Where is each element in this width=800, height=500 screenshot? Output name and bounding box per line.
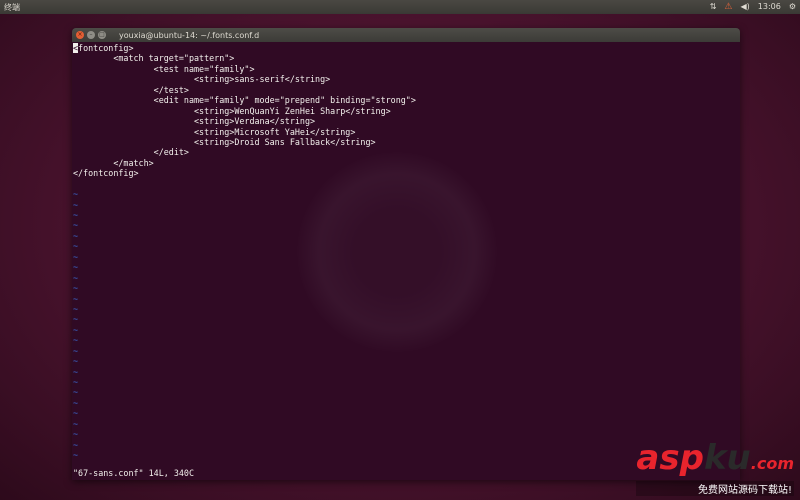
system-tray: ⇅ ⚠ ◀) 13:06 ⚙: [710, 0, 796, 14]
empty-line-marker: ~: [73, 262, 79, 273]
empty-line-marker: ~: [73, 366, 79, 377]
empty-line-marker: ~: [73, 335, 79, 346]
editor-line: <string>Verdana</string>: [73, 116, 316, 127]
maximize-button[interactable]: □: [98, 31, 106, 39]
volume-icon[interactable]: ◀): [740, 0, 749, 14]
logo-text-red: asp: [636, 438, 704, 478]
editor-line: </edit>: [73, 147, 189, 158]
empty-line-marker: ~: [73, 251, 79, 262]
empty-line-marker: ~: [73, 199, 79, 210]
empty-line-marker: ~: [73, 210, 79, 220]
network-icon[interactable]: ⇅: [710, 0, 717, 14]
logo-tagline: 免费网站源码下载站!: [636, 481, 794, 496]
clock[interactable]: 13:06: [758, 0, 781, 14]
empty-line-marker: ~: [73, 283, 79, 294]
editor-line: <string>WenQuanYi ZenHei Sharp</string>: [73, 105, 391, 116]
editor-line: </fontconfig>: [73, 168, 139, 179]
empty-line-marker: ~: [73, 220, 79, 231]
site-watermark-logo: aspku.com 免费网站源码下载站!: [636, 441, 794, 496]
minimize-button[interactable]: –: [87, 31, 95, 39]
empty-line-marker: ~: [73, 303, 79, 314]
update-alert-icon[interactable]: ⚠: [724, 0, 732, 14]
editor-line: <test name="family">: [73, 63, 255, 74]
editor-line-text: fontconfig>: [78, 43, 134, 53]
vim-status-line: "67-sans.conf" 14L, 340C: [73, 467, 195, 478]
editor-line: <string>Droid Sans Fallback</string>: [73, 136, 376, 147]
empty-line-marker: ~: [73, 377, 79, 387]
empty-line-marker: ~: [73, 397, 79, 408]
editor-line: <edit name="family" mode="prepend" bindi…: [73, 95, 416, 106]
empty-line-marker: ~: [73, 387, 79, 398]
close-button[interactable]: ×: [76, 31, 84, 39]
editor-line: </test>: [73, 84, 189, 95]
editor-line: <match target="pattern">: [73, 53, 235, 64]
empty-line-marker: ~: [73, 241, 79, 252]
empty-line-marker: ~: [73, 293, 79, 304]
empty-line-marker: ~: [73, 324, 79, 335]
top-panel: 终端 ⇅ ⚠ ◀) 13:06 ⚙: [0, 0, 800, 14]
active-app-title: 终端: [4, 2, 20, 12]
settings-gear-icon[interactable]: ⚙: [789, 0, 796, 14]
editor-line-1: <fontconfig>: [73, 43, 740, 53]
window-title: youxia@ubuntu-14: ~/.fonts.conf.d: [119, 30, 260, 40]
logo-text-tld: .com: [750, 454, 794, 473]
logo-text-dark: ku: [703, 438, 751, 478]
vim-editor-area[interactable]: <fontconfig> <match target="pattern"> <t…: [72, 42, 740, 480]
empty-line-marker: ~: [73, 356, 79, 367]
empty-line-marker: ~: [73, 408, 79, 419]
editor-line: <string>sans-serif</string>: [73, 74, 331, 85]
editor-line: </match>: [73, 157, 154, 168]
editor-line: <string>Microsoft YaHei</string>: [73, 126, 356, 137]
empty-line-marker: ~: [73, 230, 79, 241]
window-titlebar[interactable]: × – □ youxia@ubuntu-14: ~/.fonts.conf.d: [72, 28, 740, 42]
code-lines: <match target="pattern"> <test name="fam…: [73, 53, 740, 189]
empty-line-marker: ~: [73, 272, 79, 283]
terminal-window: × – □ youxia@ubuntu-14: ~/.fonts.conf.d …: [72, 28, 740, 480]
empty-buffer-lines: ~ ~ ~ ~ ~ ~ ~ ~ ~ ~ ~ ~ ~ ~ ~ ~ ~ ~ ~ ~ ~ ~ ~ ~ ~ ~: [73, 189, 740, 460]
empty-line-marker: ~: [73, 345, 79, 356]
empty-line-marker: ~: [73, 418, 79, 429]
empty-line-marker: ~: [73, 314, 79, 325]
empty-line-marker: ~: [73, 189, 79, 200]
